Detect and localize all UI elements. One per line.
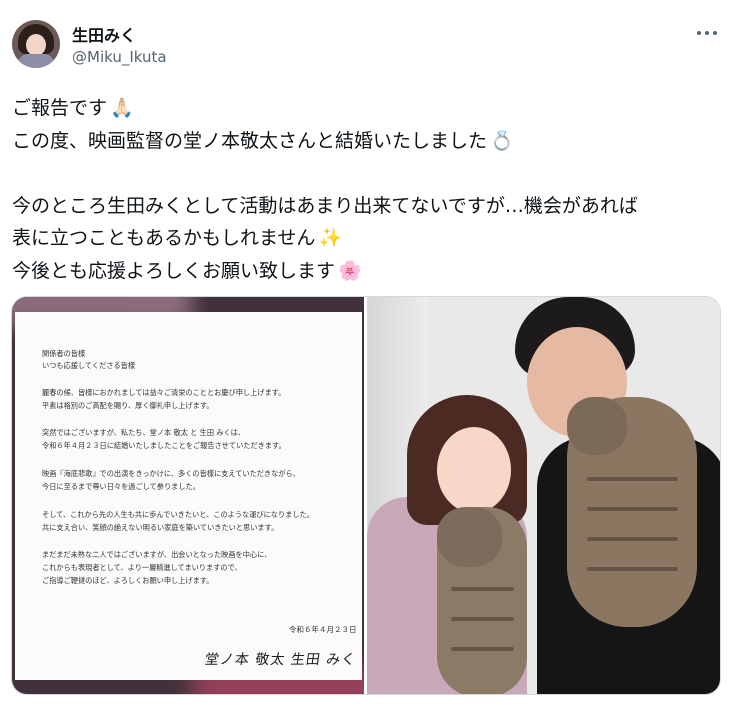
tweet-line: 今のところ生田みくとして活動はあまり出来てないですが…機会があれば [12,194,638,217]
tweet-line: 表に立つこともあるかもしれません ✨ [12,222,722,255]
pray-emoji-icon: 🙏🏻 [110,97,134,120]
ring-emoji-icon: 💍 [490,129,514,152]
tweet-line: この度、映画監督の堂ノ本敬太さんと結婚いたしました 💍 [12,125,722,158]
cherry-blossom-emoji-icon: 🌸 [338,259,362,282]
author-handle[interactable]: @Miku_Ikuta [72,48,167,66]
author-avatar[interactable] [12,20,60,68]
sparkles-emoji-icon: ✨ [318,227,343,250]
tweet-media: 関係者の皆様 いつも応援してくださる皆様 麗春の候、皆様におかれましては益々ご清… [11,296,721,695]
announcement-letter: 関係者の皆様 いつも応援してくださる皆様 麗春の候、皆様におかれましては益々ご清… [15,312,362,680]
tabby-cat [437,507,527,694]
letter-signature: 堂ノ本 敬太 生田 みく [203,652,358,668]
tweet-line: ご報告です 🙏🏻 [12,92,722,125]
letter-date: 令和６年４月２３日 [289,625,357,634]
more-horizontal-icon[interactable] [696,22,718,43]
tweet-text: ご報告です 🙏🏻 この度、映画監督の堂ノ本敬太さんと結婚いたしました 💍 今のところ… [12,92,722,287]
tweet-line: 今後とも応援よろしくお願い致します 🌸 [12,255,722,288]
media-image-couple[interactable] [367,297,720,694]
author-name[interactable]: 生田みく [72,22,136,46]
tabby-cat [567,397,697,627]
media-image-letter[interactable]: 関係者の皆様 いつも応援してくださる皆様 麗春の候、皆様におかれましては益々ご清… [12,297,364,694]
